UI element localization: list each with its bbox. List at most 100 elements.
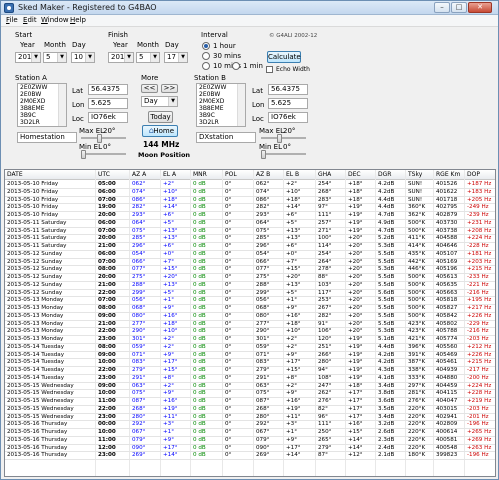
station-a-min-el-value: 0° (103, 143, 111, 151)
station-b-max-el-slider[interactable] (261, 137, 306, 139)
table-row[interactable]: 2013-05-15 Wednesday 22:00 268° +19° 0 dB 0° 2… (5, 406, 495, 414)
table-row[interactable]: 2013-05-10 Friday 06:00 074° +10° 0 dB 0° 074°… (5, 189, 495, 197)
finish-day-select[interactable]: 17 ▼ (164, 52, 188, 63)
table-row[interactable]: 2013-05-16 Thursday 23:00 269° +14° 0 dB 0° 26… (5, 452, 495, 460)
minimize-button[interactable]: – (434, 2, 450, 13)
slider-thumb[interactable] (277, 134, 282, 143)
results-table[interactable]: DATE UTC AZ A EL A MNR POL AZ B EL B GHA DEC DGR TS… (4, 169, 496, 477)
interval-1min-radio[interactable] (232, 62, 240, 70)
station-b-list[interactable]: 2E0ZWW 2E0BW 2M0EXD 3B8EME 3B9C 3D2LR (196, 83, 246, 127)
station-a-min-el-slider[interactable] (81, 153, 126, 155)
table-row[interactable]: 2013-05-15 Wednesday 23:00 280° +11° 0 dB 0° 2… (5, 414, 495, 422)
table-row[interactable]: 2013-05-16 Thursday 11:00 079° +9° 0 dB 0° 079… (5, 437, 495, 445)
column-header-utc[interactable]: UTC (98, 171, 110, 178)
column-header-gha[interactable]: GHA (318, 171, 331, 178)
table-row[interactable]: 2013-05-10 Friday 20:00 293° +6° 0 dB 0° 293° +… (5, 212, 495, 220)
slider-thumb[interactable] (261, 150, 266, 159)
table-row[interactable]: 2013-05-14 Tuesday 10:00 083° +17° 0 dB 0° 083… (5, 359, 495, 367)
slider-thumb[interactable] (97, 134, 102, 143)
cell-utc: 08:00 (98, 343, 116, 350)
column-header-dop[interactable]: DOP (467, 171, 480, 178)
station-b-lat-field[interactable]: 56.4375 (268, 84, 308, 95)
table-row[interactable]: 2013-05-11 Saturday 07:00 075° +13° 0 dB 0° 07… (5, 228, 495, 236)
interval-1hour-radio[interactable] (202, 42, 210, 50)
table-row[interactable]: 2013-05-13 Monday 23:00 301° +2° 0 dB 0° 301° +… (5, 336, 495, 344)
station-a-loc-field[interactable]: IO76ek (88, 112, 128, 123)
maximize-button[interactable]: □ (451, 2, 467, 13)
slider-thumb[interactable] (81, 150, 86, 159)
today-button[interactable]: Today (148, 111, 173, 123)
cell-dop: +265 Hz (467, 429, 492, 435)
interval-10min-radio[interactable] (202, 62, 210, 70)
column-header-az-b[interactable]: AZ B (256, 171, 270, 178)
table-row[interactable]: 2013-05-11 Saturday 06:00 064° +5° 0 dB 0° 064… (5, 220, 495, 228)
station-a-name-field[interactable]: Homestation (17, 132, 77, 143)
table-row[interactable]: 2013-05-11 Saturday 20:00 285° +13° 0 dB 0° 28… (5, 235, 495, 243)
station-b-loc-field[interactable]: IO76ek (268, 112, 308, 123)
column-header-mnr[interactable]: MNR (193, 171, 207, 178)
table-row[interactable]: 2013-05-13 Monday 21:00 277° +18° 0 dB 0° 277°… (5, 321, 495, 329)
table-row[interactable]: 2013-05-14 Tuesday 08:00 059° +2° 0 dB 0° 059°… (5, 344, 495, 352)
menu-edit[interactable]: Edit (23, 16, 37, 24)
table-row[interactable]: 2013-05-10 Friday 05:00 062° +2° 0 dB 0° 062° +… (5, 181, 495, 189)
column-header-dgr[interactable]: DGR (378, 171, 391, 178)
station-b-min-el-slider[interactable] (261, 153, 306, 155)
table-row[interactable]: 2013-05-13 Monday 09:00 080° +16° 0 dB 0° 080°… (5, 313, 495, 321)
table-row[interactable]: 2013-05-12 Sunday 07:00 066° +7° 0 dB 0° 066° +… (5, 259, 495, 267)
scrollbar[interactable] (237, 84, 245, 126)
table-row[interactable]: 2013-05-15 Wednesday 09:00 063° +2° 0 dB 0° 06… (5, 383, 495, 391)
step-select[interactable]: Day ▼ (141, 96, 178, 107)
column-header-el-b[interactable]: EL B (286, 171, 299, 178)
column-header-rge-km[interactable]: RGE Km (436, 171, 460, 178)
table-row[interactable]: 2013-05-14 Tuesday 23:00 291° +8° 0 dB 0° 291°… (5, 375, 495, 383)
table-row[interactable]: 2013-05-10 Friday 07:00 086° +18° 0 dB 0° 086°… (5, 197, 495, 205)
home-button[interactable]: ⌂ Home (142, 125, 178, 137)
station-a-lat-field[interactable]: 56.4375 (88, 84, 128, 95)
column-header-date[interactable]: DATE (7, 171, 23, 178)
cell-dop: +219 Hz (467, 398, 492, 404)
table-row[interactable]: 2013-05-12 Sunday 08:00 077° +15° 0 dB 0° 077°… (5, 266, 495, 274)
column-header-dec[interactable]: DEC (348, 171, 361, 178)
next-button[interactable]: >> (161, 84, 178, 93)
station-b-name-field[interactable]: DXstation (196, 132, 256, 143)
menu-file[interactable]: File (6, 16, 18, 24)
table-row[interactable]: 2013-05-16 Thursday 00:00 292° +3° 0 dB 0° 292… (5, 421, 495, 429)
column-header-tsky[interactable]: TSky (408, 171, 422, 178)
table-row[interactable]: 2013-05-12 Sunday 21:00 288° +13° 0 dB 0° 288°… (5, 282, 495, 290)
table-row[interactable]: 2013-05-10 Friday 19:00 282° +14° 0 dB 0° 282°… (5, 204, 495, 212)
calculate-button[interactable]: Calculate (267, 51, 301, 63)
table-row[interactable]: 2013-05-13 Monday 22:00 290° +10° 0 dB 0° 290°… (5, 328, 495, 336)
station-a-max-el-slider[interactable] (81, 137, 126, 139)
table-row[interactable]: 2013-05-14 Tuesday 09:00 071° +9° 0 dB 0° 071°… (5, 352, 495, 360)
station-a-lon-field[interactable]: 5.625 (88, 98, 128, 109)
table-row[interactable]: 2013-05-12 Sunday 22:00 299° +5° 0 dB 0° 299° +… (5, 290, 495, 298)
finish-year-select[interactable]: 2013 ▼ (108, 52, 134, 63)
start-day-select[interactable]: 10 ▼ (71, 52, 95, 63)
table-row[interactable]: 2013-05-16 Thursday 12:00 090° +17° 0 dB 0° 09… (5, 445, 495, 453)
home-button-label: Home (153, 127, 174, 135)
interval-30min-radio[interactable] (202, 52, 210, 60)
table-row[interactable]: 2013-05-16 Thursday 10:00 067° +1° 0 dB 0° 067… (5, 429, 495, 437)
table-row[interactable]: 2013-05-11 Saturday 21:00 296° +6° 0 dB 0° 296… (5, 243, 495, 251)
start-month-select[interactable]: 5 ▼ (43, 52, 67, 63)
table-row[interactable]: 2013-05-15 Wednesday 11:00 087° +16° 0 dB 0° 0… (5, 398, 495, 406)
echo-width-checkbox[interactable] (266, 66, 273, 73)
menu-window[interactable]: Window (41, 16, 69, 24)
start-year-select[interactable]: 2013 ▼ (15, 52, 41, 63)
station-b-lon-field[interactable]: 5.625 (268, 98, 308, 109)
menu-help[interactable]: Help (70, 16, 86, 24)
table-row[interactable]: 2013-05-13 Monday 08:00 068° +9° 0 dB 0° 068° +… (5, 305, 495, 313)
table-row[interactable]: 2013-05-15 Wednesday 10:00 075° +9° 0 dB 0° 07… (5, 390, 495, 398)
table-row[interactable]: 2013-05-12 Sunday 20:00 275° +20° 0 dB 0° 275°… (5, 274, 495, 282)
column-header-el-a[interactable]: EL A (163, 171, 176, 178)
prev-button[interactable]: << (141, 84, 158, 93)
column-header-pol[interactable]: POL (225, 171, 237, 178)
table-row[interactable]: 2013-05-14 Tuesday 22:00 279° +15° 0 dB 0° 279… (5, 367, 495, 375)
table-row[interactable]: 2013-05-13 Monday 07:00 056° +1° 0 dB 0° 056° +… (5, 297, 495, 305)
column-header-az-a[interactable]: AZ A (132, 171, 146, 178)
finish-month-select[interactable]: 5 ▼ (136, 52, 160, 63)
close-button[interactable]: ✕ (468, 2, 492, 13)
scrollbar[interactable] (58, 84, 66, 126)
station-a-list[interactable]: 2E0ZWW 2E0BW 2M0EXD 3B8EME 3B9C 3D2LR (17, 83, 67, 127)
table-row[interactable]: 2013-05-12 Sunday 06:00 054° +0° 0 dB 0° 054° +… (5, 251, 495, 259)
